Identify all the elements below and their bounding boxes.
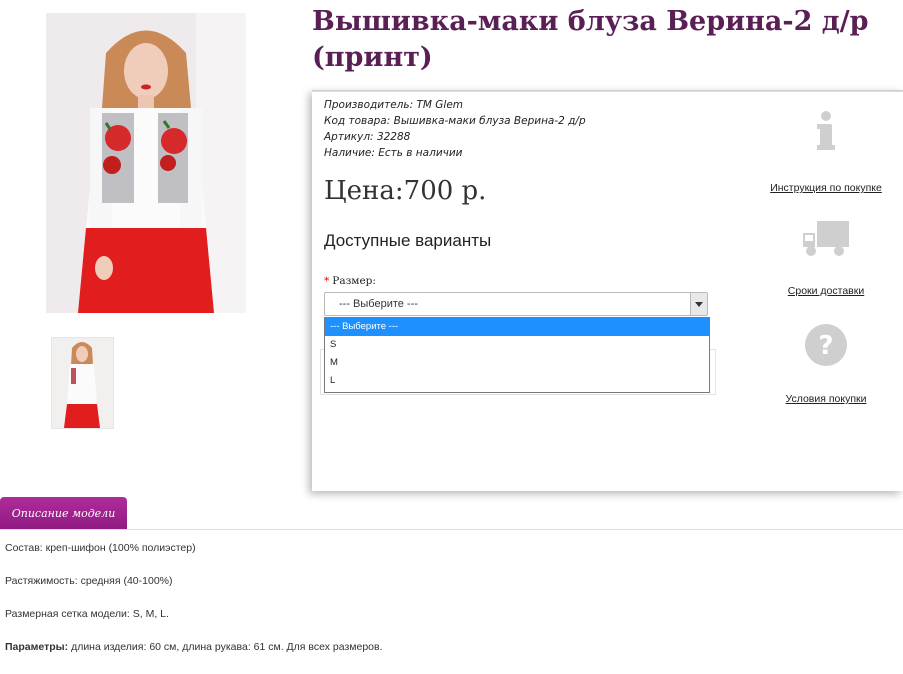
size-label: * Размер: [324, 275, 376, 287]
spec-manufacturer: Производитель: ТМ Glem [324, 97, 586, 113]
svg-text:?: ? [818, 331, 833, 361]
conditions-link[interactable]: Условия покупки [756, 393, 896, 405]
product-photo-illustration [46, 13, 246, 313]
product-title: Вышивка-маки блуза Верина-2 д/р (принт) [312, 6, 869, 73]
spec-value: Вышивка-маки блуза Верина-2 д/р [393, 115, 586, 127]
desc-label: Параметры: [5, 641, 69, 653]
desc-stretch: Растяжимость: средняя (40-100%) [5, 575, 383, 588]
info-icon [806, 109, 846, 153]
spec-label: Артикул: [324, 131, 374, 143]
spec-article: Артикул: 32288 [324, 129, 586, 145]
spec-availability: Наличие: Есть в наличии [324, 145, 586, 161]
desc-value: средняя (40-100%) [80, 575, 173, 587]
size-option[interactable]: M [325, 354, 709, 372]
spec-value: ТМ Glem [416, 99, 464, 111]
product-main-photo[interactable] [46, 13, 246, 313]
size-select[interactable]: --- Выберите --- [324, 292, 708, 316]
spec-label: Наличие: [324, 147, 375, 159]
spec-label: Производитель: [324, 99, 414, 111]
size-option[interactable]: S [325, 336, 709, 354]
tab-divider [0, 529, 903, 530]
spec-label: Код товара: [324, 115, 391, 127]
desc-params: Параметры: длина изделия: 60 см, длина р… [5, 641, 383, 654]
size-label-text: Размер: [332, 275, 376, 287]
desc-composition: Состав: креп-шифон (100% полиэстер) [5, 542, 383, 555]
tab-description[interactable]: Описание модели [0, 497, 127, 530]
desc-label: Состав: [5, 542, 43, 554]
desc-value: S, M, L. [132, 608, 169, 620]
delivery-link[interactable]: Сроки доставки [756, 285, 896, 297]
thumbnail-illustration [52, 338, 113, 428]
product-info-panel: Производитель: ТМ Glem Код товара: Вышив… [312, 90, 903, 491]
desc-value: длина изделия: 60 см, длина рукава: 61 с… [71, 641, 383, 653]
spec-value: 32288 [376, 131, 411, 143]
product-price: Цена:700 р. [324, 176, 487, 206]
desc-label: Растяжимость: [5, 575, 78, 587]
chevron-down-icon[interactable] [690, 293, 707, 315]
question-icon: ? [804, 323, 848, 367]
instruction-link-block[interactable]: Инструкция по покупке [756, 109, 896, 194]
spec-code: Код товара: Вышивка-маки блуза Верина-2 … [324, 113, 586, 129]
desc-sizes: Размерная сетка модели: S, M, L. [5, 608, 383, 621]
product-specs: Производитель: ТМ Glem Код товара: Вышив… [324, 97, 586, 161]
size-dropdown-list[interactable]: --- Выберите --- S M L [324, 317, 710, 393]
delivery-link-block[interactable]: Сроки доставки [756, 219, 896, 297]
conditions-link-block[interactable]: ? Условия покупки [756, 323, 896, 405]
size-option[interactable]: --- Выберите --- [325, 318, 709, 336]
spec-value: Есть в наличии [378, 147, 463, 159]
description-content: Состав: креп-шифон (100% полиэстер) Раст… [5, 542, 383, 674]
size-option[interactable]: L [325, 372, 709, 390]
desc-value: креп-шифон (100% полиэстер) [45, 542, 196, 554]
truck-icon [801, 219, 851, 259]
product-thumbnail[interactable] [51, 337, 114, 429]
required-mark: * [324, 275, 330, 287]
size-select-value: --- Выберите --- [339, 298, 418, 310]
instruction-link[interactable]: Инструкция по покупке [756, 182, 896, 194]
variants-heading: Доступные варианты [324, 231, 492, 250]
desc-label: Размерная сетка модели: [5, 608, 130, 620]
